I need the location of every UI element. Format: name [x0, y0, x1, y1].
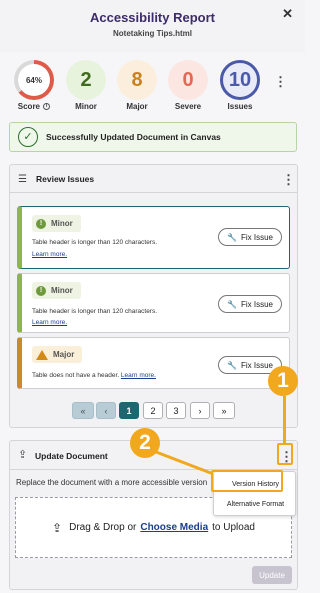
menu-item-alternative-format[interactable]: Alternative Format [214, 495, 297, 513]
alert-circle-icon: ! [36, 285, 46, 296]
fix-issue-button[interactable]: 🔧 Fix Issue [218, 295, 282, 313]
success-message: Successfully Updated Document in Canvas [46, 132, 221, 142]
issue-card[interactable]: ! Minor Table header is longer than 120 c… [17, 206, 290, 269]
minor-label: Minor [75, 102, 97, 111]
review-issues-title: Review Issues [36, 174, 95, 184]
minor-count: 2 [80, 68, 92, 91]
review-issues-panel: ☰ Review Issues ⋮ ! Minor Table header is… [9, 164, 298, 428]
score-value: 64% [18, 64, 50, 96]
list-icon: ☰ [18, 174, 27, 185]
severity-badge: Major [32, 346, 83, 363]
issues-count: 10 [228, 68, 252, 91]
severe-count: 0 [182, 68, 194, 91]
learn-more-link[interactable]: Learn more. [32, 251, 67, 258]
report-header: Accessibility Report Notetaking Tips.htm… [0, 0, 305, 52]
issue-description: Table header is longer than 120 characte… [32, 308, 158, 315]
drop-text-suffix: to Upload [212, 522, 255, 533]
upload-icon: ⇪ [52, 520, 63, 535]
highlight-kebab [277, 443, 293, 465]
issue-card[interactable]: Major Table does not have a header. Lear… [17, 337, 290, 389]
summary-kebab-icon[interactable]: ⋮ [274, 74, 287, 90]
success-banner: ✓ Successfully Updated Document in Canva… [9, 122, 297, 152]
leader-line-1 [283, 396, 286, 444]
major-label: Major [126, 102, 148, 111]
wrench-icon: 🔧 [227, 360, 237, 370]
page-2-button[interactable]: 2 [143, 402, 163, 419]
major-count-circle[interactable]: 8 [117, 60, 157, 100]
issue-description: Table does not have a header. Learn more… [32, 372, 156, 379]
update-document-title: Update Document [35, 451, 108, 461]
severity-badge: ! Minor [32, 215, 81, 232]
learn-more-link[interactable]: Learn more. [32, 319, 67, 326]
severity-badge: ! Minor [32, 282, 81, 299]
next-page-button[interactable]: › [190, 402, 210, 419]
major-count: 8 [131, 68, 143, 91]
wrench-icon: 🔧 [227, 299, 237, 309]
review-issues-header: ☰ Review Issues ⋮ [10, 165, 297, 193]
choose-media-link[interactable]: Choose Media [140, 522, 208, 533]
update-button[interactable]: Update [252, 566, 292, 584]
update-description: Replace the document with a more accessi… [16, 478, 208, 487]
report-filename: Notetaking Tips.html [113, 29, 192, 38]
issues-count-circle[interactable]: 10 [220, 60, 260, 100]
annotation-marker-1: 1 [268, 366, 298, 396]
check-circle-icon: ✓ [18, 127, 38, 147]
upload-icon: ⇪ [18, 449, 28, 461]
report-title: Accessibility Report [90, 10, 215, 25]
page-3-button[interactable]: 3 [166, 402, 186, 419]
close-icon[interactable]: ✕ [282, 6, 293, 22]
severe-label: Severe [174, 102, 202, 111]
score-gauge: 64% [14, 60, 54, 100]
first-page-button[interactable]: « [72, 402, 94, 419]
warning-icon [36, 349, 48, 360]
prev-page-button[interactable]: ‹ [96, 402, 116, 419]
minor-count-circle[interactable]: 2 [66, 60, 106, 100]
last-page-button[interactable]: » [213, 402, 235, 419]
info-icon[interactable]: i [43, 103, 51, 111]
alert-circle-icon: ! [36, 218, 46, 229]
fix-issue-button[interactable]: 🔧 Fix Issue [218, 228, 282, 246]
highlight-version-history [211, 470, 283, 492]
issues-label: Issues [227, 102, 253, 111]
score-label: Score i [9, 102, 59, 111]
drop-text: Drag & Drop or [69, 522, 137, 533]
issue-card[interactable]: ! Minor Table header is longer than 120 c… [17, 273, 290, 333]
page-1-button[interactable]: 1 [119, 402, 139, 419]
issue-description: Table header is longer than 120 characte… [32, 239, 158, 246]
annotation-marker-2: 2 [130, 428, 160, 458]
wrench-icon: 🔧 [227, 232, 237, 242]
severe-count-circle[interactable]: 0 [168, 60, 208, 100]
learn-more-link[interactable]: Learn more. [121, 372, 156, 379]
review-kebab-icon[interactable]: ⋮ [282, 172, 295, 188]
